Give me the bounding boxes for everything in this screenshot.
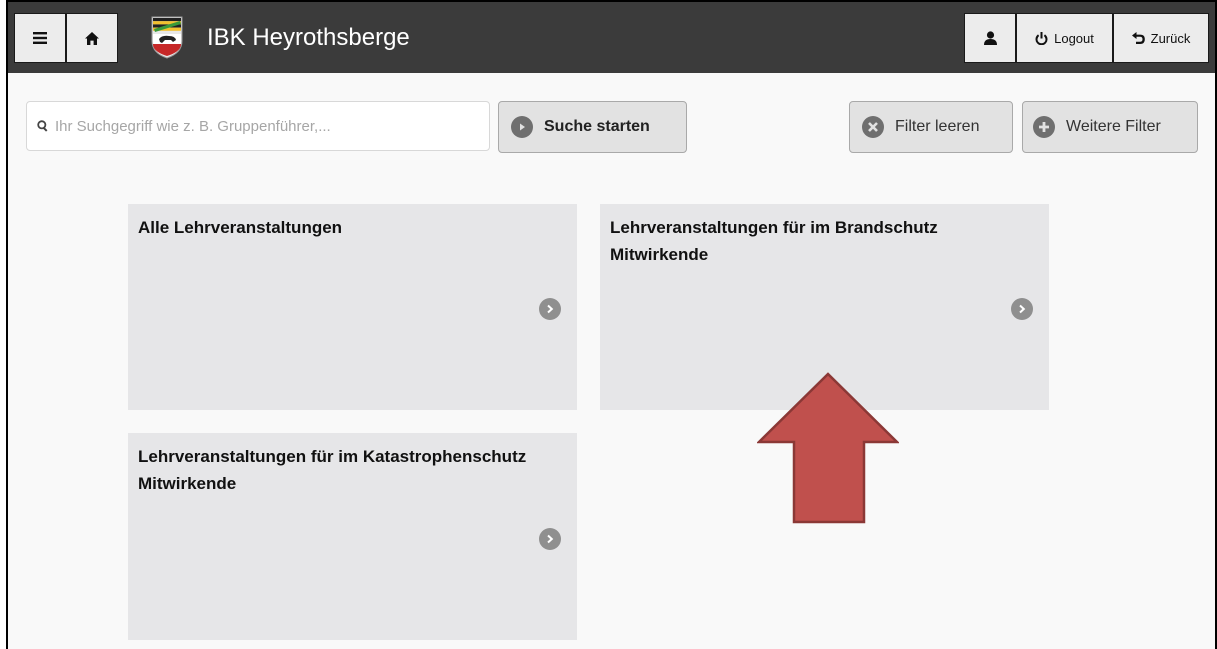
- up-arrow-annotation-icon: [757, 372, 899, 524]
- coat-of-arms-logo: [151, 16, 183, 59]
- clear-filter-label: Filter leeren: [895, 118, 980, 135]
- back-button[interactable]: Zurück: [1113, 13, 1209, 63]
- search-icon: [37, 120, 48, 132]
- logout-label: Logout: [1054, 30, 1094, 46]
- undo-arrow-icon: [1131, 32, 1145, 44]
- plus-circle-icon: [1033, 116, 1055, 138]
- chevron-right-circle-icon: [539, 528, 561, 550]
- search-input[interactable]: [55, 117, 475, 135]
- more-filters-button[interactable]: Weitere Filter: [1022, 101, 1198, 153]
- user-icon: [983, 31, 997, 45]
- app-title: IBK Heyrothsberge: [207, 24, 410, 51]
- start-search-button[interactable]: Suche starten: [498, 101, 687, 153]
- hamburger-menu-icon: [33, 32, 47, 44]
- clear-filter-button[interactable]: Filter leeren: [849, 101, 1013, 153]
- power-icon: [1035, 31, 1048, 45]
- chevron-right-circle-icon: [1011, 298, 1033, 320]
- more-filters-label: Weitere Filter: [1066, 118, 1161, 135]
- home-icon: [85, 31, 99, 45]
- tile-all-courses[interactable]: Alle Lehrveranstaltungen: [128, 204, 577, 410]
- home-button[interactable]: [66, 13, 118, 63]
- back-label: Zurück: [1150, 30, 1191, 46]
- top-navigation-bar: IBK Heyrothsberge Logout Zurück: [8, 2, 1215, 73]
- play-circle-icon: [511, 116, 533, 138]
- tile-disaster-protection-courses[interactable]: Lehrveranstaltungen für im Katastrophens…: [128, 433, 577, 640]
- logout-button[interactable]: Logout: [1016, 13, 1113, 63]
- remove-circle-icon: [862, 116, 884, 138]
- start-search-label: Suche starten: [544, 118, 650, 135]
- search-field[interactable]: [26, 101, 490, 151]
- chevron-right-circle-icon: [539, 298, 561, 320]
- tile-title: Lehrveranstaltungen für im Katastrophens…: [138, 447, 527, 493]
- user-profile-button[interactable]: [964, 13, 1016, 63]
- menu-button[interactable]: [14, 13, 66, 63]
- tile-title: Lehrveranstaltungen für im Brandschutz M…: [610, 218, 938, 264]
- tile-title: Alle Lehrveranstaltungen: [138, 218, 343, 237]
